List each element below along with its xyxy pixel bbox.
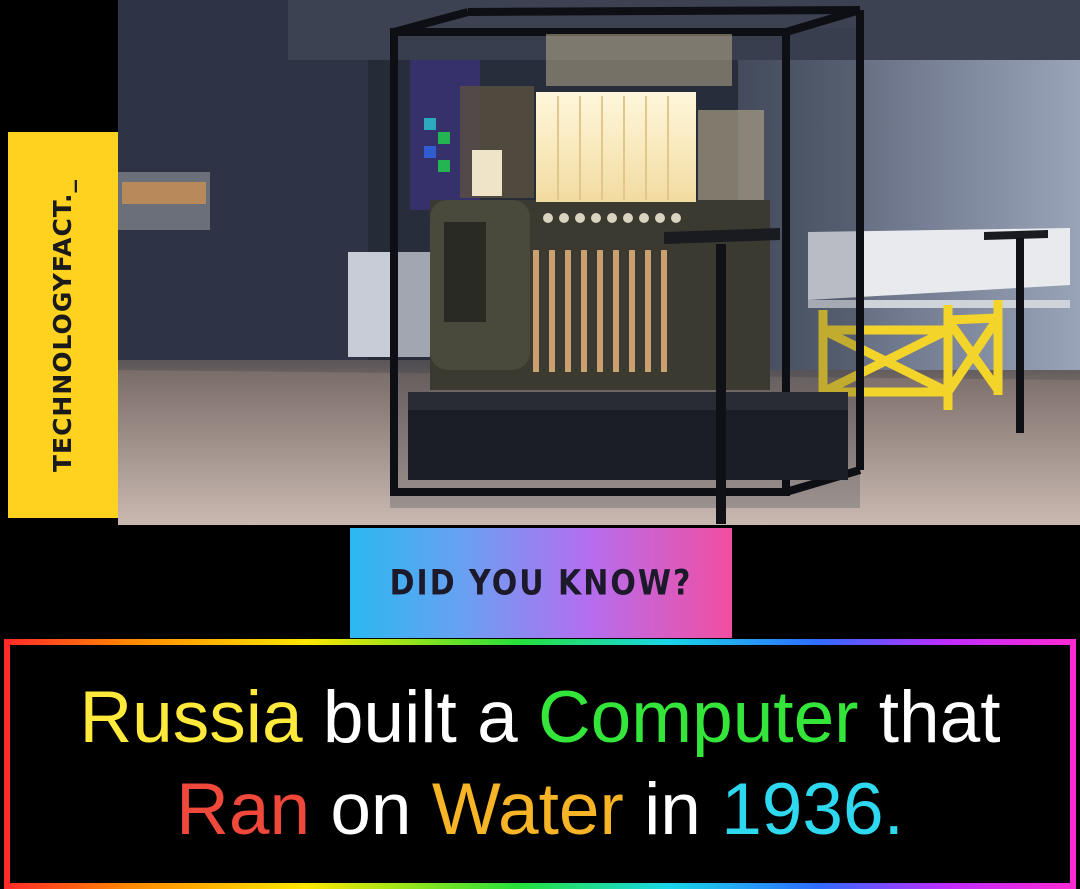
museum-photo [118, 0, 1080, 525]
caption-box: Russia built a Computer that Ran on Wate… [10, 645, 1070, 883]
caption-word: on [310, 769, 432, 850]
caption-word: Russia [79, 677, 303, 758]
caption-word: in [623, 769, 722, 850]
caption-word: that [858, 677, 1001, 758]
caption-frame: Russia built a Computer that Ran on Wate… [4, 639, 1076, 889]
caption-word: 1936. [721, 769, 904, 850]
caption-word: Ran [176, 769, 311, 850]
brand-handle-text: TECHNOLOGYFACT._ [48, 178, 78, 472]
did-you-know-text: DID YOU KNOW? [389, 562, 693, 604]
caption-word: Water [431, 769, 624, 850]
caption-line-2: Ran on Water in 1936. [176, 764, 904, 856]
caption-word: built a [302, 677, 538, 758]
caption-line-1: Russia built a Computer that [79, 672, 1000, 764]
water-computer-illustration [118, 0, 1080, 525]
did-you-know-badge: DID YOU KNOW? [350, 528, 732, 638]
caption-word: Computer [537, 677, 859, 758]
brand-handle-tab: TECHNOLOGYFACT._ [8, 132, 118, 518]
